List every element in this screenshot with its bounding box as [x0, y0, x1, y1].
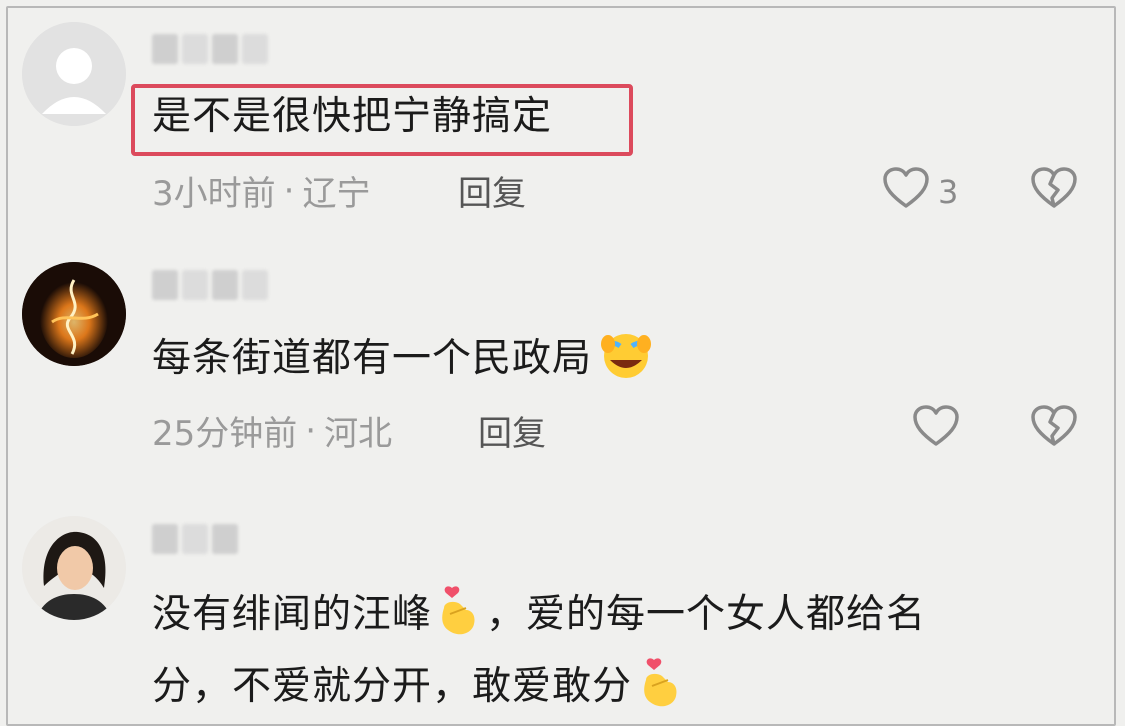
- comment-text-content: 每条街道都有一个民政局: [152, 335, 593, 381]
- finger-heart-emoji: [638, 656, 684, 721]
- comment-text: 没有绯闻的汪峰 ，爱的每一个女人都给名: [152, 584, 926, 649]
- like-count: 3: [938, 173, 959, 211]
- comment-text-line2: 分，不爱就分开，敢爱敢分: [152, 663, 633, 709]
- finger-heart-emoji: [436, 584, 482, 649]
- meta-separator: ·: [305, 410, 317, 451]
- username-blurred[interactable]: [152, 524, 238, 554]
- reply-button[interactable]: 回复: [478, 406, 546, 455]
- like-button[interactable]: [912, 404, 960, 456]
- heart-icon: [882, 166, 930, 218]
- dislike-button[interactable]: [1030, 166, 1078, 214]
- comment-location: 辽宁: [302, 174, 371, 214]
- comment-time: 25分钟前: [152, 414, 298, 454]
- broken-heart-icon: [1030, 405, 1078, 452]
- comment-meta: 25分钟前 · 河北: [152, 406, 392, 455]
- comment-text-second-line: 分，不爱就分开，敢爱敢分: [152, 656, 684, 721]
- comment-text-line1b: ，爱的每一个女人都给名: [486, 591, 927, 637]
- fire-avatar-icon[interactable]: [22, 262, 126, 366]
- dislike-button[interactable]: [1030, 404, 1078, 452]
- default-user-avatar-icon[interactable]: [22, 22, 126, 126]
- comment-text-line1: 没有绯闻的汪峰: [152, 591, 433, 637]
- comment-text: 是不是很快把宁静搞定: [152, 94, 553, 139]
- meta-separator: ·: [283, 170, 295, 211]
- laughing-crying-emoji: [598, 330, 654, 391]
- comment-location: 河北: [324, 414, 393, 454]
- reply-button[interactable]: 回复: [458, 166, 526, 215]
- comment-time: 3小时前: [152, 174, 276, 214]
- woman-photo-avatar-icon[interactable]: [22, 516, 126, 620]
- username-blurred[interactable]: [152, 270, 268, 300]
- like-button[interactable]: 3: [882, 166, 958, 218]
- broken-heart-icon: [1030, 167, 1078, 214]
- comment-text: 每条街道都有一个民政局: [152, 330, 654, 391]
- comment-meta: 3小时前 · 辽宁: [152, 166, 370, 215]
- username-blurred[interactable]: [152, 34, 268, 64]
- heart-icon: [912, 404, 960, 456]
